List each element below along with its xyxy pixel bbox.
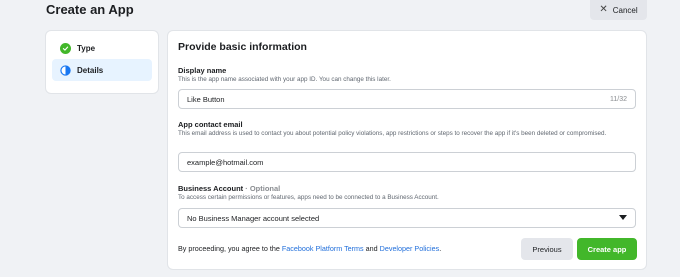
page-title: Create an App [46, 2, 134, 17]
terms-prefix: By proceeding, you agree to the [178, 244, 282, 253]
character-counter: 11/32 [610, 95, 627, 103]
card-title: Provide basic information [178, 41, 307, 53]
half-circle-icon [60, 64, 71, 76]
step-type-label: Type [77, 43, 96, 53]
business-account-select[interactable]: No Business Manager account selected [178, 208, 636, 228]
basic-info-card: Provide basic information Display name T… [167, 30, 647, 270]
developer-policies-link[interactable]: Developer Policies [380, 244, 440, 253]
optional-tag: · Optional [243, 184, 281, 193]
contact-email-field[interactable]: example@hotmail.com [178, 152, 636, 172]
terms-text: By proceeding, you agree to the Facebook… [178, 244, 441, 253]
cancel-label: Cancel [612, 5, 638, 15]
business-account-label: Business Account · Optional [178, 184, 280, 193]
close-icon: ✕ [599, 4, 608, 15]
contact-email-help: This email address is used to contact yo… [178, 130, 607, 137]
business-account-label-text: Business Account [178, 184, 244, 193]
display-name-label: Display name [178, 66, 227, 75]
step-details[interactable]: Details [52, 59, 152, 81]
platform-terms-link[interactable]: Facebook Platform Terms [282, 244, 364, 253]
business-account-help: To access certain permissions or feature… [178, 194, 439, 201]
step-type[interactable]: Type [52, 37, 152, 59]
business-account-selected: No Business Manager account selected [187, 213, 320, 223]
check-circle-icon [60, 42, 71, 54]
dropdown-caret-icon [619, 215, 627, 220]
terms-middle: and [363, 244, 380, 253]
terms-suffix: . [439, 244, 442, 253]
display-name-help: This is the app name associated with you… [178, 76, 391, 83]
step-details-label: Details [77, 65, 104, 75]
display-name-value: Like Button [187, 94, 225, 104]
contact-email-label: App contact email [178, 120, 243, 129]
create-app-button[interactable]: Create app [577, 238, 637, 260]
step-navigation: Type Details [45, 30, 159, 94]
cancel-button[interactable]: ✕ Cancel [590, 0, 647, 20]
previous-button[interactable]: Previous [521, 238, 573, 260]
display-name-field[interactable]: Like Button 11/32 [178, 89, 636, 109]
contact-email-value: example@hotmail.com [187, 157, 264, 167]
